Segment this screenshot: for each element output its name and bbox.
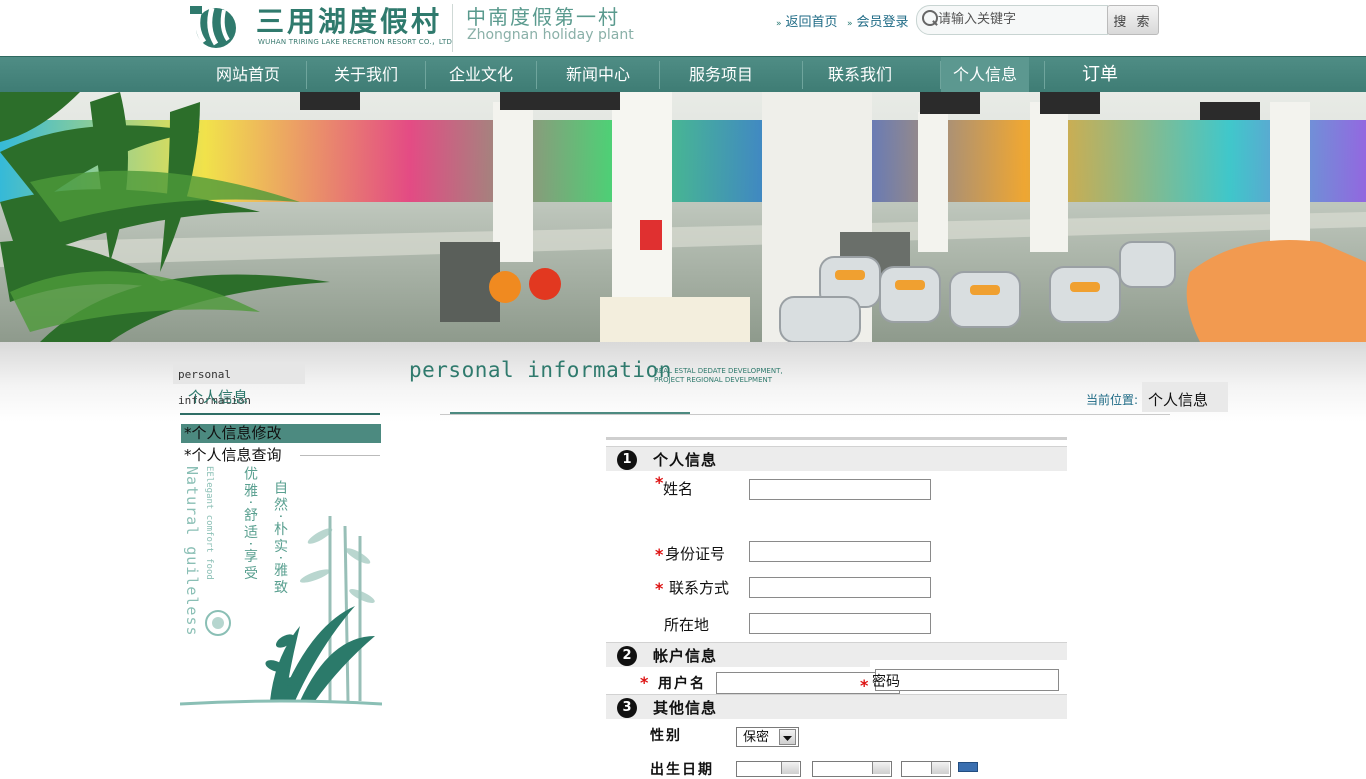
logo-english-name: WUHAN TRIRING LAKE RECRETION RESORT CO.，… (258, 38, 453, 46)
decoration-text-cn-1: 优雅·舒适·享受 (242, 466, 258, 583)
birth-year-dropdown-button[interactable] (781, 762, 799, 774)
required-mark: * (860, 676, 869, 695)
slogan-english: Zhongnan holiday plant (467, 27, 634, 43)
page-title: personal information (409, 358, 672, 382)
page-subtitle-line-1: REAL ESTAL DEDATE DEVELOPMENT, (654, 367, 783, 375)
location-field[interactable] (749, 613, 931, 634)
resort-logo-icon (190, 6, 236, 48)
gender-select-value: 保密 (743, 730, 770, 745)
nav-item-contact[interactable]: 联系我们 (803, 57, 917, 93)
id-number-label: 身份证号 (665, 545, 726, 563)
member-login-link[interactable]: » 会员登录 (847, 11, 909, 30)
page-subtitle-line-2: PROJECT REGIONAL DEVELPMENT (654, 376, 773, 384)
search-button[interactable]: 搜 索 (1107, 5, 1159, 35)
decoration-text-elegant: EElegant comfort food (204, 466, 214, 580)
header-divider (452, 4, 453, 52)
nav-item-orders[interactable]: 订单 (1045, 57, 1155, 93)
sidebar-tag-english: personal information (173, 362, 305, 407)
breadcrumb-label: 当前位置: (1086, 393, 1139, 407)
content-divider-accent (450, 412, 690, 414)
sidebar-divider (180, 413, 380, 415)
password-field[interactable] (875, 669, 1059, 691)
back-home-link[interactable]: » 返回首页 (776, 11, 838, 30)
form-top-divider (606, 437, 1067, 440)
section-number-badge: 3 (617, 698, 637, 718)
decoration-text-cn-2: 自然·朴实·雅致 (272, 480, 288, 597)
location-label: 所在地 (664, 616, 710, 634)
slogan-chinese: 中南度假第一村 (466, 5, 620, 29)
id-number-field[interactable] (749, 541, 931, 562)
sidebar-item-edit-info[interactable]: *个人信息修改 (181, 424, 381, 443)
breadcrumb-current: 个人信息 (1148, 391, 1209, 409)
section-number-badge: 2 (617, 646, 637, 666)
back-home-label: 返回首页 (785, 15, 838, 30)
gender-dropdown-button[interactable] (779, 729, 796, 745)
bamboo-decoration: Natural guileless EElegant comfort food … (180, 466, 382, 708)
birth-day-dropdown-button[interactable] (931, 762, 949, 774)
name-field[interactable] (749, 479, 931, 500)
sidebar-title: 个人信息 (188, 388, 249, 406)
birthdate-label: 出生日期 (650, 762, 714, 778)
nav-item-about[interactable]: 关于我们 (307, 57, 425, 93)
nav-item-culture[interactable]: 企业文化 (426, 57, 536, 93)
section-header-personal: 1 个人信息 (606, 446, 1067, 471)
contact-field[interactable] (749, 577, 931, 598)
arrow-right-icon: » (776, 19, 782, 29)
main-nav: 网站首页 关于我们 企业文化 新闻中心 服务项目 联系我们 个人信息 订单 (0, 56, 1366, 93)
nav-item-personal-info[interactable]: 个人信息 (941, 57, 1029, 93)
sidebar-item-divider (300, 455, 380, 456)
nav-item-news[interactable]: 新闻中心 (537, 57, 659, 93)
section-title: 其他信息 (653, 699, 718, 717)
section-number-badge: 1 (617, 450, 637, 470)
section-header-other: 3 其他信息 (606, 694, 1067, 719)
nav-item-services[interactable]: 服务项目 (660, 57, 782, 93)
arrow-right-icon: » (847, 19, 853, 29)
section-title: 个人信息 (653, 451, 718, 469)
nav-item-home[interactable]: 网站首页 (190, 57, 306, 93)
content-divider (440, 414, 1170, 415)
gender-label: 性别 (650, 728, 682, 744)
contact-label: 联系方式 (669, 579, 730, 597)
password-label: 密码 (872, 674, 900, 690)
logo-chinese-name: 三用湖度假村 (256, 5, 443, 38)
required-mark: * (640, 673, 649, 692)
name-label: 姓名 (663, 480, 694, 498)
member-login-label: 会员登录 (856, 15, 909, 30)
chevron-down-icon (783, 736, 792, 741)
search-input[interactable] (938, 7, 1103, 31)
birth-month-dropdown-button[interactable] (872, 762, 890, 774)
bowling-hall-banner (0, 92, 1366, 342)
username-label: 用户名 (658, 676, 706, 692)
required-mark: * (655, 545, 664, 564)
calendar-icon[interactable] (958, 762, 978, 772)
required-mark: * (655, 579, 664, 598)
decoration-text-natural: Natural guileless (183, 466, 201, 637)
section-title: 帐户信息 (653, 647, 718, 665)
